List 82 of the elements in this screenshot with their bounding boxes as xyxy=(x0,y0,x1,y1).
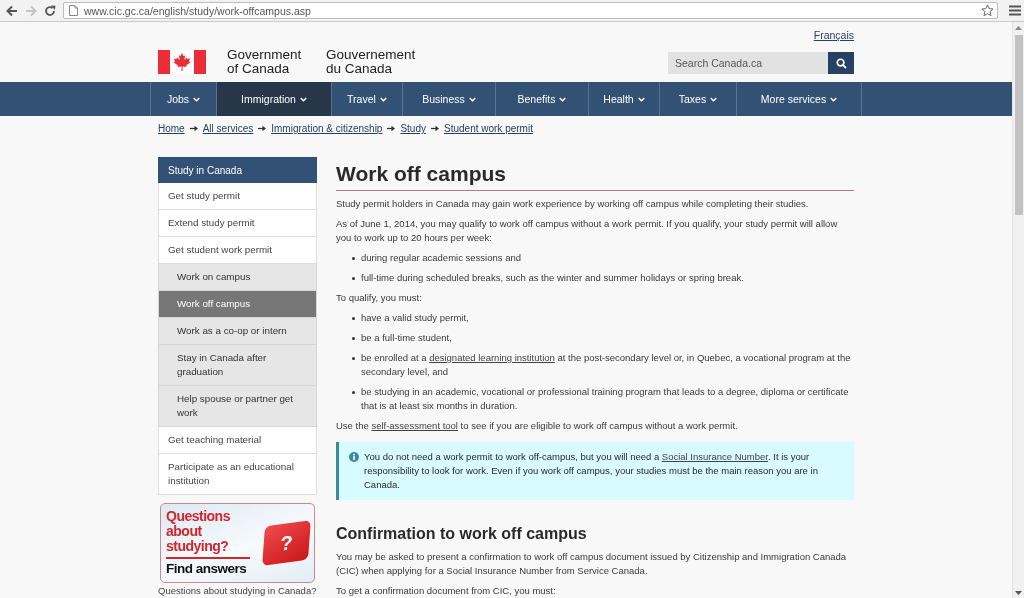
signature-text: Gouvernement du Canada xyxy=(326,48,417,76)
back-arrow-icon[interactable] xyxy=(6,4,18,17)
caret-icon xyxy=(559,96,567,102)
menu-tab[interactable]: Travel xyxy=(332,82,403,116)
breadcrumb-link[interactable]: Study xyxy=(400,123,426,134)
link[interactable]: self-assessment tool xyxy=(371,420,458,431)
sidebar-subitem[interactable]: Help spouse or partner get work xyxy=(158,386,317,427)
banner-action: Find answers xyxy=(166,560,247,577)
star-icon[interactable] xyxy=(981,4,994,17)
search-icon xyxy=(835,57,847,69)
paragraph: You may be asked to present a confirmation to work off campus document issued by Citizenship and Immigration Canada (CIC) when applying for a Social Insurance Number from Service Canada. xyxy=(336,550,848,578)
caret-icon xyxy=(830,96,838,102)
sidebar-subitem[interactable]: Work as a co-op or intern xyxy=(158,318,317,345)
caret-icon xyxy=(710,96,718,102)
caret-icon xyxy=(299,96,307,102)
arrow-icon xyxy=(431,125,439,132)
sidebar-subitem[interactable]: Work off campus xyxy=(158,291,317,318)
address-bar[interactable]: www.cic.gc.ca/english/study/work-offcampus.asp xyxy=(63,2,998,19)
page-icon xyxy=(69,5,78,16)
banner-caption[interactable]: Questions about studying in Canada? xyxy=(158,585,317,597)
paragraph: As of June 1, 2014, you may qualify to work off campus without a work permit. If you qualify, your study permit will allow you to work up to 20 hours per week: xyxy=(336,217,839,245)
keyboard-key: ? xyxy=(262,520,311,566)
paragraph: Use the self-assessment tool to see if you are eligible to work off campus without a work permit. xyxy=(336,419,739,433)
list-item-text: during regular academic sessions and xyxy=(361,251,522,265)
arrow-icon xyxy=(387,125,396,132)
page-title: Work off campus xyxy=(336,161,854,191)
caret-icon xyxy=(637,96,645,102)
breadcrumb-link[interactable]: Immigration & citizenship xyxy=(271,123,383,134)
sidebar-item[interactable]: Get student work permit xyxy=(158,237,317,264)
menu-tab[interactable]: Benefits xyxy=(496,82,589,116)
caret-icon xyxy=(468,96,476,102)
list-item-text: full-time during scheduled breaks, such as the winter and summer holidays or spring break. xyxy=(361,271,745,285)
search-field[interactable]: Search Canada.ca xyxy=(668,52,828,74)
sidebar-subitem[interactable]: Work on campus xyxy=(158,264,317,291)
search-button[interactable] xyxy=(828,52,854,74)
paragraph: To qualify, you must: xyxy=(336,291,423,305)
bullet-icon xyxy=(352,357,355,360)
bullet-icon xyxy=(352,317,355,320)
language-link[interactable]: Français xyxy=(813,28,854,42)
menu-tab[interactable]: More services xyxy=(737,82,862,116)
menu-tab[interactable]: Immigration xyxy=(217,82,332,116)
sidebar-item[interactable]: Extend study permit xyxy=(158,210,317,237)
scrollbar[interactable] xyxy=(1012,22,1024,598)
link[interactable]: designated learning institution xyxy=(429,352,555,363)
arrow-icon xyxy=(189,125,198,132)
menu-icon[interactable] xyxy=(1009,5,1021,16)
sidebar-subitem[interactable]: Stay in Canada after graduation xyxy=(158,345,317,386)
down-arrow-icon[interactable] xyxy=(1015,591,1022,595)
breadcrumb-link[interactable]: Home xyxy=(158,123,185,134)
sidebar-item[interactable]: Get teaching material xyxy=(158,427,317,454)
sidebar-heading[interactable]: Study in Canada xyxy=(158,157,317,183)
caret-icon xyxy=(379,96,387,102)
reload-icon[interactable] xyxy=(44,4,56,17)
bullet-icon xyxy=(352,337,355,340)
signature-text: Government of Canada xyxy=(227,48,303,76)
banner[interactable]: Questions about studying? Find answers ? xyxy=(160,503,315,583)
section-heading: Confirmation to work off campus xyxy=(336,524,588,544)
up-arrow-icon[interactable] xyxy=(1015,26,1022,30)
list-item-text: be studying in an academic, vocational or professional training program that leads to a degree, diploma or certificate that is at least six months in duration. xyxy=(361,385,850,413)
list-item-text: be enrolled at a designated learning institution at the post-secondary level or, in Quebec, a vocational program at the secondary level, and xyxy=(361,351,852,379)
bullet-icon xyxy=(352,257,355,260)
breadcrumb-link[interactable]: Student work permit xyxy=(444,123,533,134)
caret-icon xyxy=(193,96,201,102)
menu-tab[interactable]: Taxes xyxy=(660,82,737,116)
arrow-icon xyxy=(258,125,267,132)
info-icon xyxy=(349,452,359,462)
flag-icon xyxy=(158,50,206,74)
paragraph: To get a confirmation document from CIC, you must: xyxy=(336,584,557,598)
sidebar-item[interactable]: Get study permit xyxy=(158,183,317,210)
banner-headline: Questions about studying? xyxy=(166,509,231,555)
scrollbar-thumb[interactable] xyxy=(1014,35,1023,215)
breadcrumb-link[interactable]: All services xyxy=(202,123,254,134)
bullet-icon xyxy=(352,277,355,280)
sidebar-item[interactable]: Participate as an educational institution xyxy=(158,454,317,495)
paragraph: Study permit holders in Canada may gain work experience by working off campus while completing their studies. xyxy=(336,197,810,211)
link[interactable]: Social Insurance Number xyxy=(661,451,768,462)
list-item-text: be a full-time student, xyxy=(361,331,453,345)
note-text: You do not need a work permit to work off-campus, but you will need a Social Insurance Number. It is your responsibility to look for work. Even if you work off campus, your studies must be the main reason you are in Canada. xyxy=(364,450,819,492)
menu-tab[interactable]: Health xyxy=(589,82,660,116)
list-item-text: have a valid study permit, xyxy=(361,311,470,325)
menu-tab[interactable]: Business xyxy=(403,82,496,116)
bullet-icon xyxy=(352,391,355,394)
